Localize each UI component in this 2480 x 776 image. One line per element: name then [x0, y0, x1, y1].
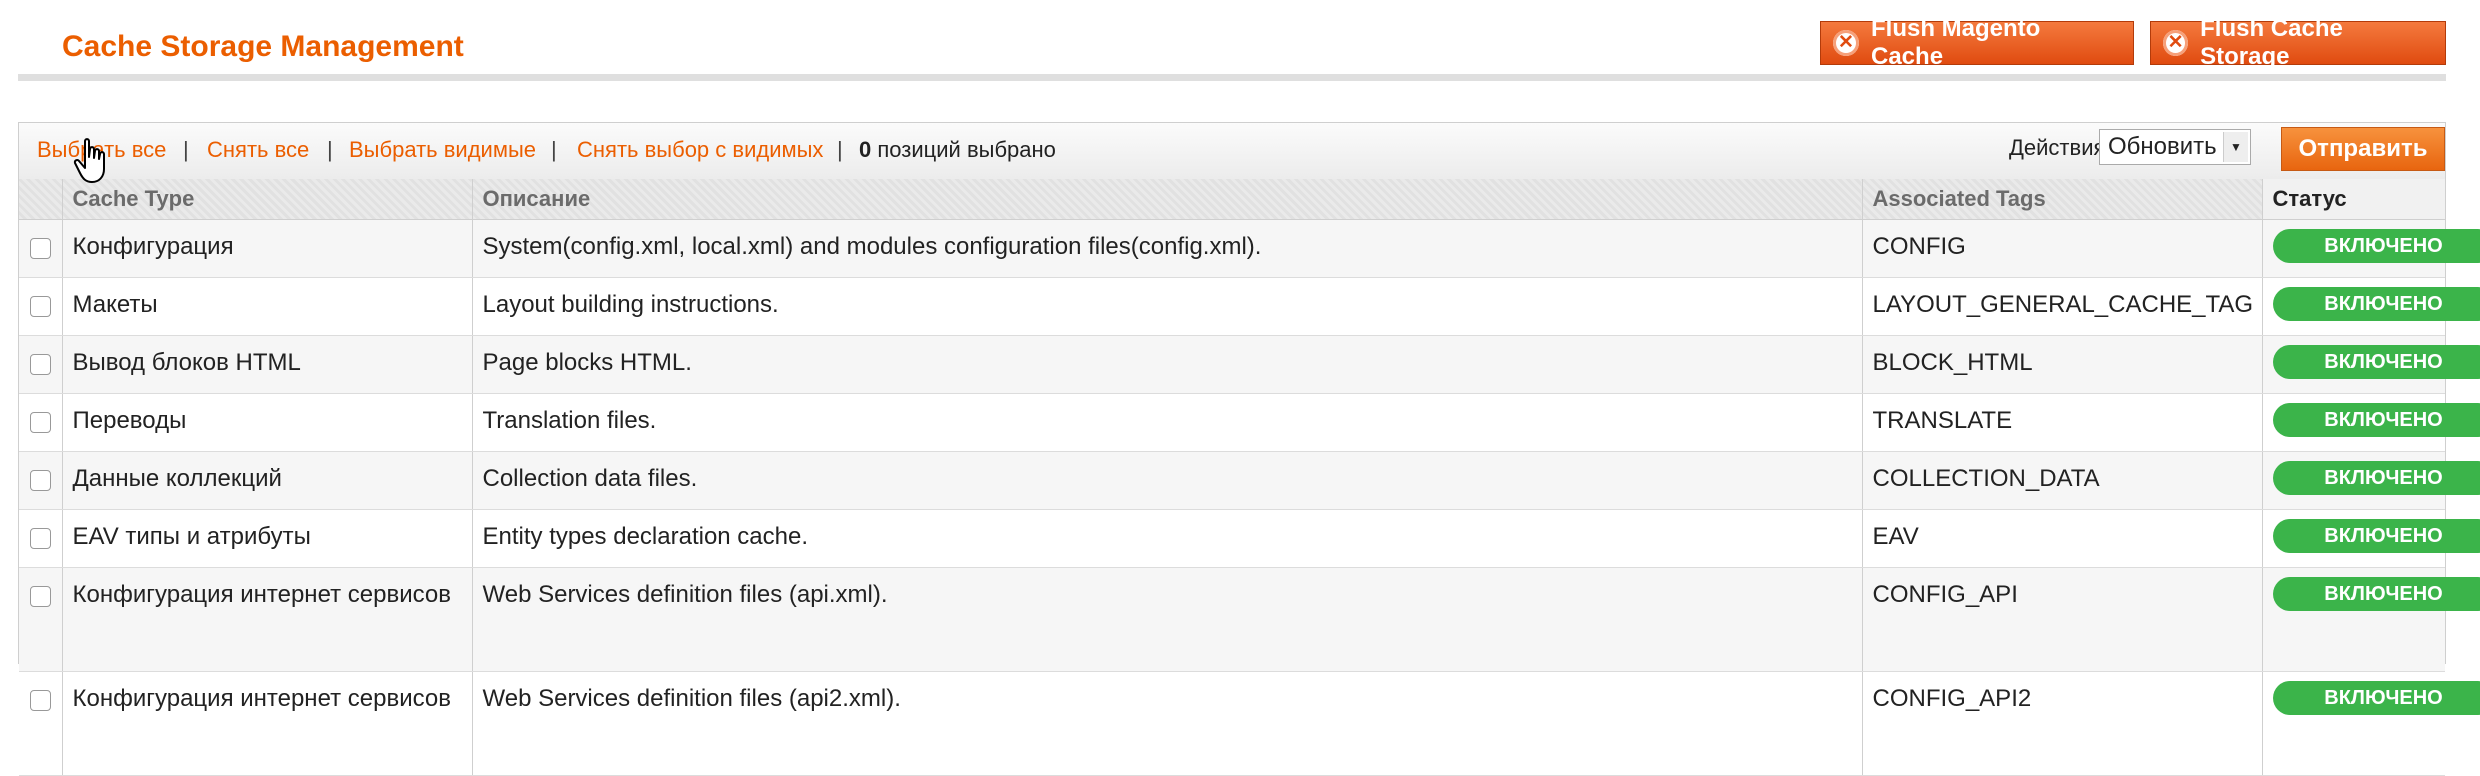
cell-cache-type: Данные коллекций: [62, 452, 472, 510]
row-checkbox[interactable]: [30, 528, 51, 549]
header-cache-type[interactable]: Cache Type: [62, 179, 472, 220]
status-badge: ВКЛЮЧЕНО: [2273, 461, 2480, 495]
cell-associated-tags: LAYOUT_GENERAL_CACHE_TAG: [1862, 278, 2262, 336]
status-badge: ВКЛЮЧЕНО: [2273, 577, 2480, 611]
flush-magento-cache-label: Flush Magento Cache: [1871, 15, 2119, 71]
cell-cache-type: Конфигурация интернет сервисов: [62, 568, 472, 672]
cell-description: Web Services definition files (api.xml).: [472, 568, 1862, 672]
separator: |: [183, 137, 189, 163]
status-badge: ВКЛЮЧЕНО: [2273, 229, 2480, 263]
table-row[interactable]: Вывод блоков HTMLPage blocks HTML.BLOCK_…: [19, 336, 2445, 394]
status-badge: ВКЛЮЧЕНО: [2273, 345, 2480, 379]
row-checkbox-cell: [19, 394, 62, 452]
cell-associated-tags: COLLECTION_DATA: [1862, 452, 2262, 510]
cell-status: ВКЛЮЧЕНО: [2262, 278, 2445, 336]
cell-associated-tags: BLOCK_HTML: [1862, 336, 2262, 394]
separator: |: [551, 137, 557, 163]
cell-cache-type: Макеты: [62, 278, 472, 336]
separator: |: [327, 137, 333, 163]
separator: |: [837, 137, 843, 163]
cell-description: Page blocks HTML.: [472, 336, 1862, 394]
row-checkbox[interactable]: [30, 296, 51, 317]
row-checkbox[interactable]: [30, 412, 51, 433]
table-row[interactable]: КонфигурацияSystem(config.xml, local.xml…: [19, 220, 2445, 278]
status-badge: ВКЛЮЧЕНО: [2273, 519, 2480, 553]
table-row[interactable]: Конфигурация интернет сервисовWeb Servic…: [19, 568, 2445, 672]
cell-cache-type: Конфигурация интернет сервисов: [62, 672, 472, 776]
flush-cache-storage-label: Flush Cache Storage: [2200, 15, 2431, 71]
massaction-bar: Выбрать все | Снять все | Выбрать видимы…: [19, 123, 2445, 180]
cell-description: Translation files.: [472, 394, 1862, 452]
header-associated-tags[interactable]: Associated Tags: [1862, 179, 2262, 220]
row-checkbox-cell: [19, 336, 62, 394]
status-badge: ВКЛЮЧЕНО: [2273, 681, 2480, 715]
close-circle-icon: ✕: [1833, 30, 1859, 56]
status-badge: ВКЛЮЧЕНО: [2273, 287, 2480, 321]
table-row[interactable]: Конфигурация интернет сервисовWeb Servic…: [19, 672, 2445, 776]
row-checkbox-cell: [19, 278, 62, 336]
cell-cache-type: Вывод блоков HTML: [62, 336, 472, 394]
flush-cache-storage-button[interactable]: ✕ Flush Cache Storage: [2150, 21, 2446, 65]
cache-table: Cache Type Описание Associated Tags Стат…: [19, 179, 2445, 776]
row-checkbox[interactable]: [30, 470, 51, 491]
row-checkbox-cell: [19, 452, 62, 510]
hand-cursor-icon: [73, 137, 113, 185]
row-checkbox-cell: [19, 220, 62, 278]
actions-select-value: Обновить: [2108, 133, 2217, 160]
cell-status: ВКЛЮЧЕНО: [2262, 672, 2445, 776]
table-row[interactable]: Данные коллекцийCollection data files.CO…: [19, 452, 2445, 510]
header-checkbox: [19, 179, 62, 220]
cell-description: Layout building instructions.: [472, 278, 1862, 336]
header-description[interactable]: Описание: [472, 179, 1862, 220]
table-header-row: Cache Type Описание Associated Tags Стат…: [19, 179, 2445, 220]
row-checkbox[interactable]: [30, 690, 51, 711]
row-checkbox-cell: [19, 510, 62, 568]
status-badge: ВКЛЮЧЕНО: [2273, 403, 2480, 437]
cell-associated-tags: EAV: [1862, 510, 2262, 568]
cell-associated-tags: CONFIG_API2: [1862, 672, 2262, 776]
cell-associated-tags: CONFIG: [1862, 220, 2262, 278]
cell-description: System(config.xml, local.xml) and module…: [472, 220, 1862, 278]
cell-status: ВКЛЮЧЕНО: [2262, 220, 2445, 278]
selected-count-number: 0: [859, 137, 871, 162]
close-circle-icon: ✕: [2163, 30, 2188, 56]
cell-cache-type: Переводы: [62, 394, 472, 452]
table-row[interactable]: ПереводыTranslation files.TRANSLATEВКЛЮЧ…: [19, 394, 2445, 452]
actions-select[interactable]: Обновить ▼: [2099, 129, 2251, 165]
row-checkbox[interactable]: [30, 354, 51, 375]
unselect-visible-link[interactable]: Снять выбор с видимых: [577, 137, 823, 163]
select-visible-link[interactable]: Выбрать видимые: [349, 137, 536, 163]
page-title: Cache Storage Management: [62, 30, 464, 64]
row-checkbox-cell: [19, 672, 62, 776]
table-row[interactable]: EAV типы и атрибутыEntity types declarat…: [19, 510, 2445, 568]
cell-status: ВКЛЮЧЕНО: [2262, 510, 2445, 568]
cell-status: ВКЛЮЧЕНО: [2262, 394, 2445, 452]
title-divider: [18, 74, 2446, 81]
table-row[interactable]: МакетыLayout building instructions.LAYOU…: [19, 278, 2445, 336]
chevron-down-icon: ▼: [2223, 132, 2248, 162]
cell-status: ВКЛЮЧЕНО: [2262, 452, 2445, 510]
selected-count: 0 позиций выбрано: [859, 137, 1056, 163]
cell-description: Entity types declaration cache.: [472, 510, 1862, 568]
header-status[interactable]: Статус: [2262, 179, 2445, 220]
cell-cache-type: Конфигурация: [62, 220, 472, 278]
cache-grid: Выбрать все | Снять все | Выбрать видимы…: [18, 122, 2446, 664]
cell-status: ВКЛЮЧЕНО: [2262, 336, 2445, 394]
selected-count-label: позиций выбрано: [877, 137, 1056, 162]
cell-status: ВКЛЮЧЕНО: [2262, 568, 2445, 672]
cell-description: Web Services definition files (api2.xml)…: [472, 672, 1862, 776]
unselect-all-link[interactable]: Снять все: [207, 137, 309, 163]
cell-associated-tags: TRANSLATE: [1862, 394, 2262, 452]
cell-description: Collection data files.: [472, 452, 1862, 510]
cell-cache-type: EAV типы и атрибуты: [62, 510, 472, 568]
submit-button[interactable]: Отправить: [2281, 127, 2445, 171]
row-checkbox[interactable]: [30, 586, 51, 607]
row-checkbox[interactable]: [30, 238, 51, 259]
flush-magento-cache-button[interactable]: ✕ Flush Magento Cache: [1820, 21, 2134, 65]
cell-associated-tags: CONFIG_API: [1862, 568, 2262, 672]
row-checkbox-cell: [19, 568, 62, 672]
actions-label: Действия: [2009, 135, 2105, 161]
